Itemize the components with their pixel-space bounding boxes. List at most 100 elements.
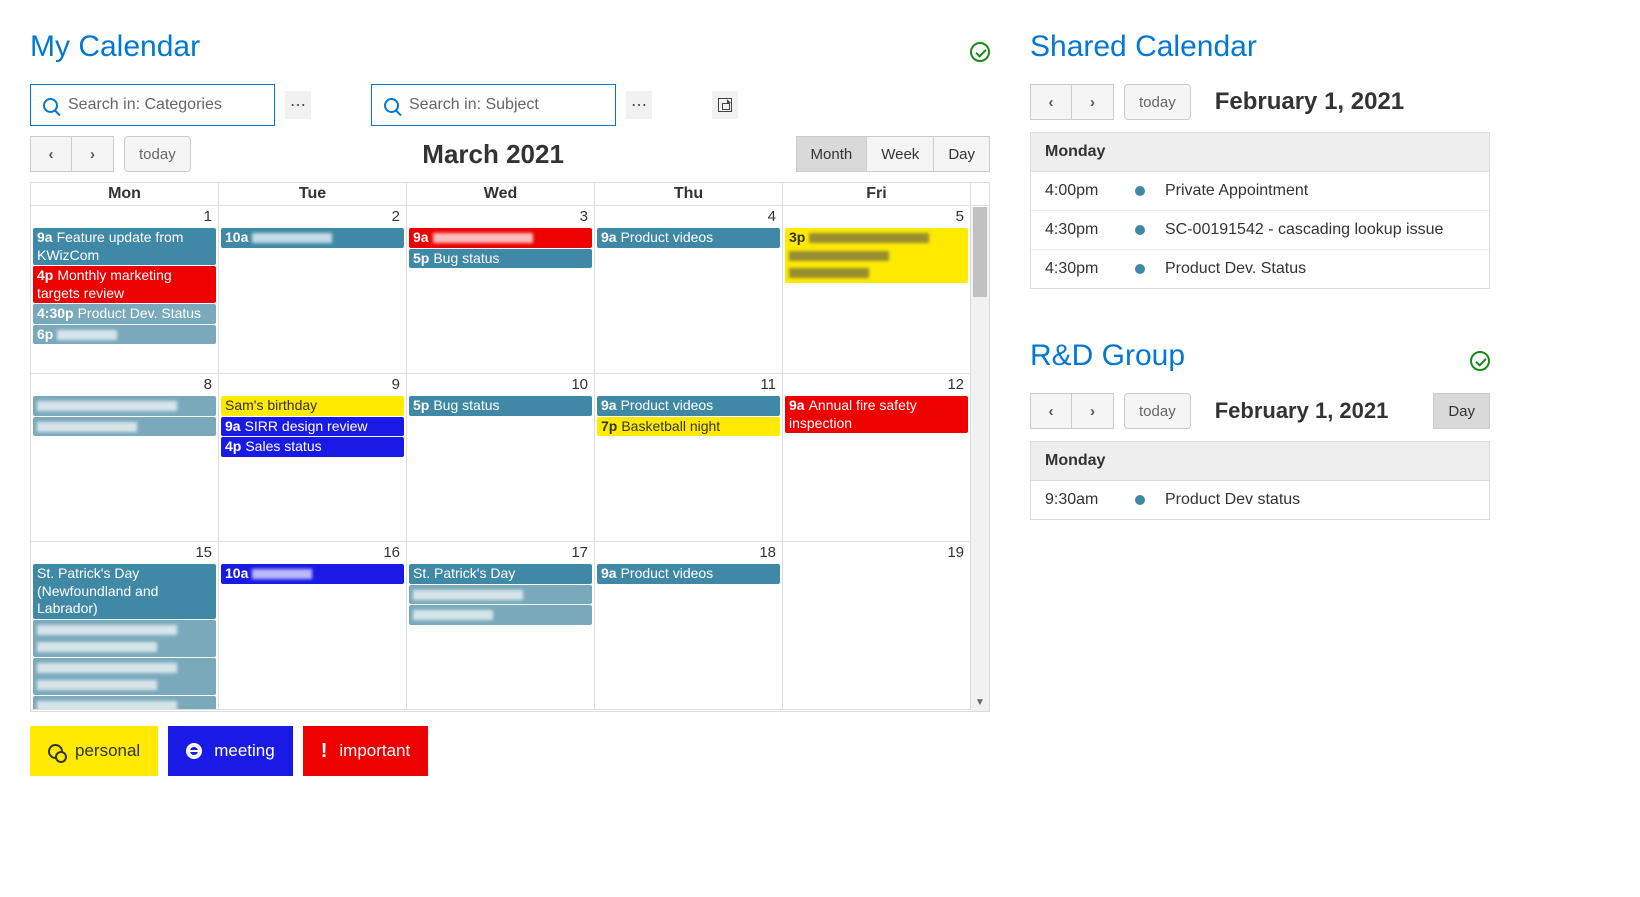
day-header: Mon xyxy=(31,183,219,206)
shared-next-button[interactable]: › xyxy=(1072,84,1114,120)
agenda-item[interactable]: 4:30pmProduct Dev. Status xyxy=(1031,250,1489,288)
day-number: 8 xyxy=(31,374,218,395)
scroll-down-icon[interactable]: ▼ xyxy=(971,693,989,711)
day-cell[interactable]: 189aProduct videos xyxy=(595,542,783,710)
view-month-button[interactable]: Month xyxy=(796,136,868,172)
calendar-event[interactable]: 4pMonthly marketing targets review xyxy=(33,266,216,303)
calendar-event[interactable]: 3p xyxy=(785,228,968,283)
agenda-item[interactable]: 4:30pmSC-00191542 - cascading lookup iss… xyxy=(1031,211,1489,250)
calendar-event[interactable]: 9aAnnual fire safety inspection xyxy=(785,396,968,433)
calendar-event[interactable]: 5pBug status xyxy=(409,396,592,416)
day-number: 16 xyxy=(219,542,406,563)
day-number: 4 xyxy=(595,206,782,227)
rnd-view-day-button[interactable]: Day xyxy=(1433,393,1490,429)
calendar-event[interactable]: 9a xyxy=(409,228,592,248)
day-cell[interactable]: 1610a xyxy=(219,542,407,710)
dot-icon xyxy=(1135,495,1145,505)
search-categories-placeholder: Search in: Categories xyxy=(68,96,222,114)
calendar-event[interactable]: 9aProduct videos xyxy=(597,396,780,416)
view-week-button[interactable]: Week xyxy=(867,136,934,172)
calendar-event[interactable]: St. Patrick's Day (Newfoundland and Labr… xyxy=(33,564,216,619)
calendar-event[interactable] xyxy=(409,585,592,605)
day-number: 9 xyxy=(219,374,406,395)
scroll-thumb[interactable] xyxy=(973,207,987,297)
day-number: 10 xyxy=(407,374,594,395)
day-cell[interactable]: 8 xyxy=(31,374,219,542)
day-cell[interactable]: 19aFeature update from KWizCom4pMonthly … xyxy=(31,206,219,374)
day-header: Fri xyxy=(783,183,971,206)
calendar-event[interactable] xyxy=(33,658,216,695)
rnd-prev-button[interactable]: ‹ xyxy=(1030,393,1072,429)
agenda-item[interactable]: 4:00pmPrivate Appointment xyxy=(1031,172,1489,211)
day-cell[interactable]: 9Sam's birthday9aSIRR design review4pSal… xyxy=(219,374,407,542)
dot-icon xyxy=(1135,186,1145,196)
rnd-today-button[interactable]: today xyxy=(1124,393,1191,429)
calendar-event[interactable]: 5pBug status xyxy=(409,249,592,269)
day-cell[interactable]: 105pBug status xyxy=(407,374,595,542)
calendar-event[interactable] xyxy=(33,696,216,711)
save-icon xyxy=(718,98,732,112)
legend-personal-label: personal xyxy=(75,741,140,761)
day-header: Tue xyxy=(219,183,407,206)
search-categories-input[interactable]: Search in: Categories xyxy=(30,84,275,126)
agenda-time: 9:30am xyxy=(1045,491,1115,509)
shared-day-header: Monday xyxy=(1031,133,1489,172)
save-button[interactable] xyxy=(712,91,738,119)
view-day-button[interactable]: Day xyxy=(934,136,990,172)
day-cell[interactable]: 129aAnnual fire safety inspection xyxy=(783,374,971,542)
calendar-scrollbar[interactable]: ▲ ▼ xyxy=(971,207,989,711)
day-cell[interactable]: 17St. Patrick's Day xyxy=(407,542,595,710)
prev-month-button[interactable]: ‹ xyxy=(30,136,72,172)
legend-meeting[interactable]: meeting xyxy=(168,726,292,776)
rnd-group-title: R&D Group xyxy=(1030,339,1185,373)
day-cell[interactable]: 210a xyxy=(219,206,407,374)
legend-important-label: important xyxy=(339,741,410,761)
calendar-event[interactable] xyxy=(409,605,592,625)
calendar-event[interactable]: 9aProduct videos xyxy=(597,564,780,584)
important-icon: ! xyxy=(321,740,328,763)
legend-personal[interactable]: personal xyxy=(30,726,158,776)
legend-meeting-label: meeting xyxy=(214,741,274,761)
shared-prev-button[interactable]: ‹ xyxy=(1030,84,1072,120)
today-button[interactable]: today xyxy=(124,136,191,172)
search-icon xyxy=(384,98,399,113)
day-cell[interactable]: 15St. Patrick's Day (Newfoundland and La… xyxy=(31,542,219,710)
calendar-event[interactable]: 4:30pProduct Dev. Status xyxy=(33,304,216,324)
calendar-event[interactable] xyxy=(33,396,216,416)
calendar-event[interactable]: 4pSales status xyxy=(221,437,404,457)
day-header: Thu xyxy=(595,183,783,206)
calendar-event[interactable] xyxy=(33,620,216,657)
day-cell[interactable]: 53p xyxy=(783,206,971,374)
calendar-event[interactable]: 10a xyxy=(221,564,404,584)
shared-agenda: Monday 4:00pmPrivate Appointment4:30pmSC… xyxy=(1030,132,1490,289)
calendar-event[interactable]: St. Patrick's Day xyxy=(409,564,592,584)
day-cell[interactable]: 119aProduct videos7pBasketball night xyxy=(595,374,783,542)
day-number: 1 xyxy=(31,206,218,227)
search-subject-input[interactable]: Search in: Subject xyxy=(371,84,616,126)
day-cell[interactable]: 19 xyxy=(783,542,971,710)
day-cell[interactable]: 49aProduct videos xyxy=(595,206,783,374)
calendar-event[interactable]: 10a xyxy=(221,228,404,248)
shared-today-button[interactable]: today xyxy=(1124,84,1191,120)
day-number: 19 xyxy=(783,542,970,563)
calendar-event[interactable]: Sam's birthday xyxy=(221,396,404,416)
next-month-button[interactable]: › xyxy=(72,136,114,172)
rnd-next-button[interactable]: › xyxy=(1072,393,1114,429)
categories-more-button[interactable]: ⋯ xyxy=(285,91,311,119)
rnd-date-label: February 1, 2021 xyxy=(1215,398,1389,424)
calendar-event[interactable] xyxy=(33,417,216,437)
subject-more-button[interactable]: ⋯ xyxy=(626,91,652,119)
agenda-time: 4:30pm xyxy=(1045,260,1115,278)
day-cell[interactable]: 39a5pBug status xyxy=(407,206,595,374)
calendar-event[interactable]: 9aProduct videos xyxy=(597,228,780,248)
day-number: 15 xyxy=(31,542,218,563)
search-subject-placeholder: Search in: Subject xyxy=(409,96,539,114)
agenda-item[interactable]: 9:30amProduct Dev status xyxy=(1031,481,1489,519)
calendar-event[interactable]: 9aSIRR design review xyxy=(221,417,404,437)
day-number: 2 xyxy=(219,206,406,227)
calendar-event[interactable]: 6p xyxy=(33,325,216,345)
legend-important[interactable]: ! important xyxy=(303,726,429,776)
calendar-event[interactable]: 9aFeature update from KWizCom xyxy=(33,228,216,265)
calendar-event[interactable]: 7pBasketball night xyxy=(597,417,780,437)
globe-icon xyxy=(186,743,202,759)
